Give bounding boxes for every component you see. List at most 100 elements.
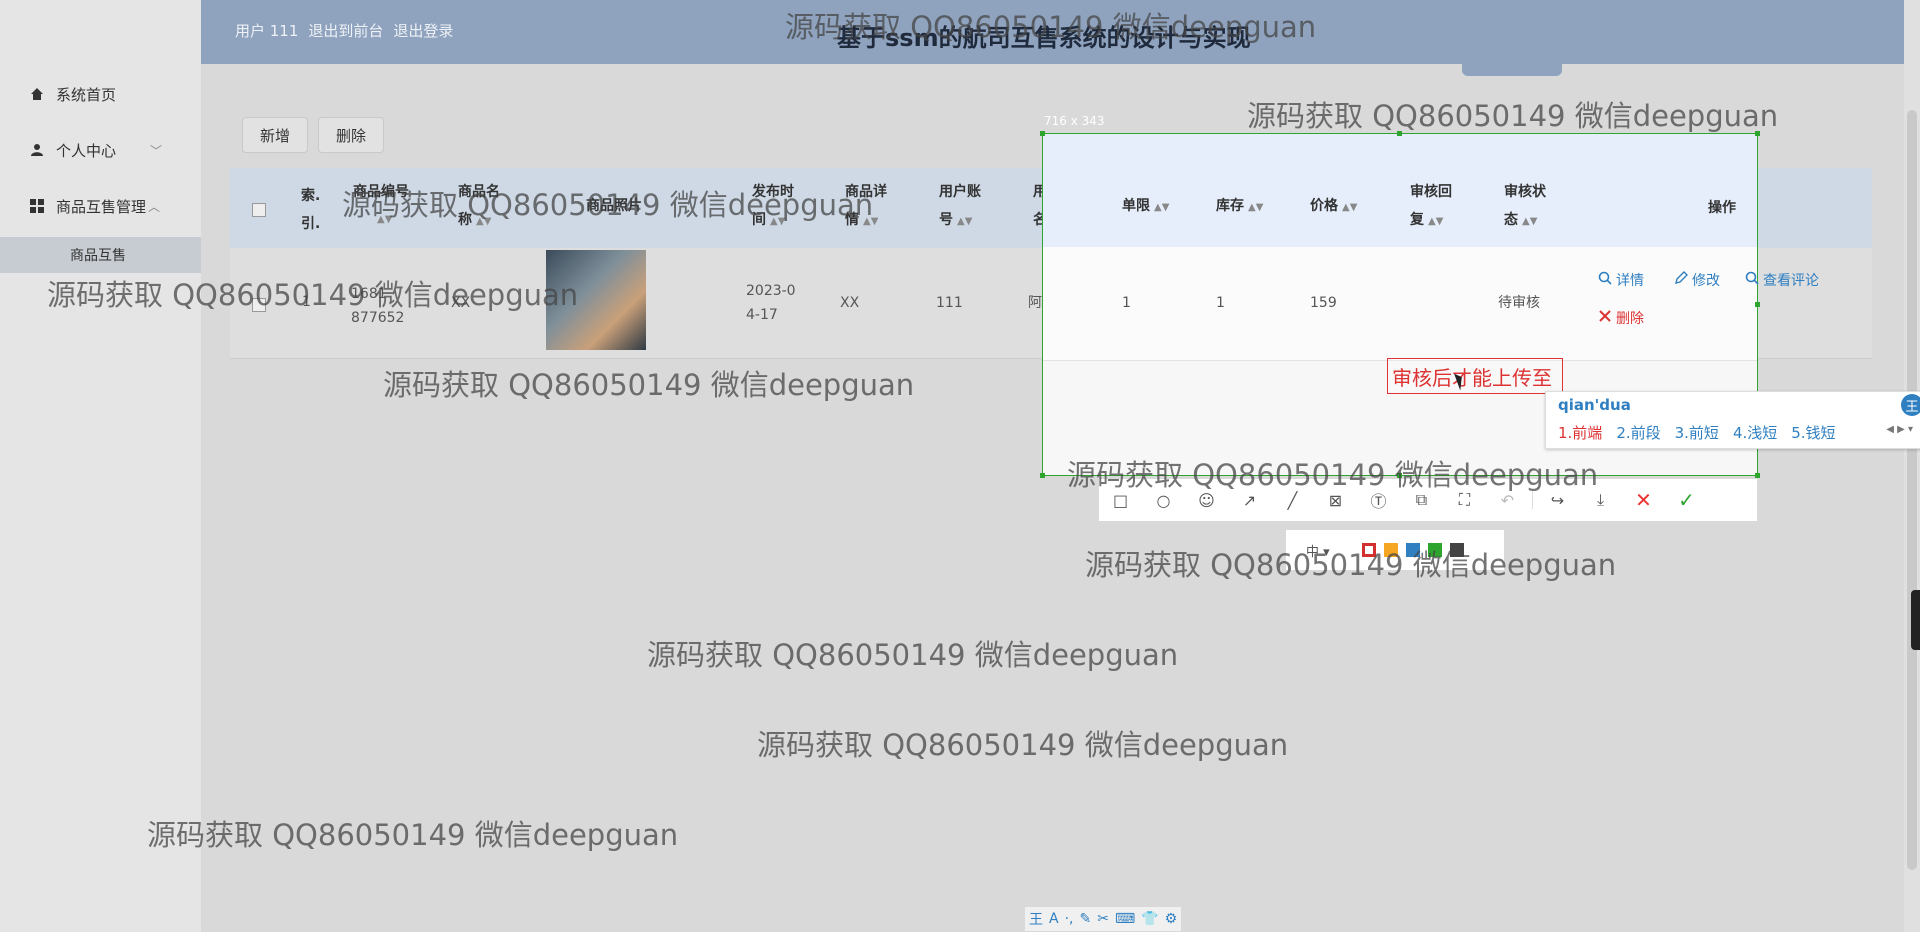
ime-candidate[interactable]: 3.前短 xyxy=(1675,422,1719,443)
back-to-front-link[interactable]: 退出到前台 xyxy=(308,20,383,41)
ime-candidate[interactable]: 2.前段 xyxy=(1616,422,1660,443)
header-tab-stub xyxy=(1462,58,1562,76)
capture-handle[interactable] xyxy=(1755,473,1760,478)
th-time[interactable]: 发布时间 ▲▼ xyxy=(752,178,794,236)
ime-candidates: 1.前端 2.前段 3.前短 4.浅短 5.钱短 xyxy=(1558,422,1836,443)
delete-button[interactable]: 删除 xyxy=(318,117,384,153)
user-label: 用户 111 xyxy=(235,22,299,40)
color-swatch-blue[interactable] xyxy=(1405,543,1420,557)
product-photo xyxy=(546,250,646,350)
ime-scissors-icon[interactable]: ✂ xyxy=(1097,911,1109,927)
logout-link[interactable]: 退出登录 xyxy=(393,20,453,41)
ime-candidate[interactable]: 1.前端 xyxy=(1558,422,1602,443)
chevron-down-icon: ﹀ xyxy=(150,143,163,158)
copy-tool-icon[interactable]: ⧉ xyxy=(1400,479,1443,521)
view-comments-link[interactable]: 查看评论 xyxy=(1745,270,1819,290)
font-size-select[interactable]: 中 ▾ xyxy=(1306,541,1330,560)
ime-pinyin: qian'dua xyxy=(1558,396,1631,414)
cell-time: 2023-0 4-17 xyxy=(746,283,796,323)
ime-status-bar: 王 A ·, ✎ ✂ ⌨ 👕 ⚙ xyxy=(1025,907,1182,931)
watermark: 源码获取 QQ86050149 微信deepguan xyxy=(1247,99,1779,133)
cancel-icon[interactable]: ✕ xyxy=(1622,479,1665,521)
confirm-icon[interactable]: ✓ xyxy=(1665,479,1708,521)
side-grip[interactable] xyxy=(1911,590,1920,650)
th-status[interactable]: 审核状态 ▲▼ xyxy=(1504,178,1546,236)
emoji-tool-icon[interactable]: ☺ xyxy=(1185,479,1228,521)
sidebar-item-label: 系统首页 xyxy=(56,85,117,104)
ime-logo-icon[interactable]: 王 xyxy=(1029,909,1043,929)
share-icon[interactable]: ↪ xyxy=(1536,479,1579,521)
page-scrollbar[interactable] xyxy=(1904,0,1920,932)
ime-punct-icon[interactable]: ·, xyxy=(1065,911,1074,927)
delete-link[interactable]: 删除 xyxy=(1598,308,1644,328)
sidebar-item-home[interactable]: 系统首页 xyxy=(30,83,116,105)
th-photo: 商品照片 xyxy=(586,198,642,214)
pencil-icon xyxy=(1674,271,1688,289)
undo-icon[interactable]: ↶ xyxy=(1486,479,1529,521)
color-swatch-orange[interactable] xyxy=(1383,543,1398,557)
cell-account: 111 xyxy=(936,295,963,311)
capture-size-label: 716 x 343 xyxy=(1044,114,1105,128)
sidebar-item-label: 个人中心 xyxy=(56,141,117,160)
capture-handle[interactable] xyxy=(1755,131,1760,136)
ime-mode-icon[interactable]: A xyxy=(1049,911,1059,927)
detail-link[interactable]: 详情 xyxy=(1598,270,1644,290)
capture-handle[interactable] xyxy=(1755,302,1760,307)
capture-handle[interactable] xyxy=(1040,131,1045,136)
th-price[interactable]: 价格 ▲▼ xyxy=(1310,192,1357,222)
cell-price: 159 xyxy=(1310,295,1337,311)
edit-link[interactable]: 修改 xyxy=(1674,270,1720,290)
ocr-tool-icon[interactable]: ⛶ xyxy=(1443,479,1486,521)
color-swatch-dark[interactable] xyxy=(1449,543,1464,557)
watermark: 源码获取 QQ86050149 微信deepguan xyxy=(383,368,915,402)
search-icon xyxy=(1745,271,1759,289)
ellipse-tool-icon[interactable]: ○ xyxy=(1142,479,1185,521)
cell-code: 1681 877652 xyxy=(351,286,405,326)
close-icon xyxy=(1598,309,1612,327)
ime-candidate-window[interactable]: qian'dua 1.前端 2.前段 3.前短 4.浅短 5.钱短 ◀ ▶ ▾ … xyxy=(1545,391,1920,449)
ime-page-nav-icon[interactable]: ◀ ▶ ▾ xyxy=(1886,424,1913,435)
th-limit[interactable]: 单限 ▲▼ xyxy=(1122,192,1169,222)
scrollbar-thumb[interactable] xyxy=(1907,110,1917,870)
color-swatch-red[interactable] xyxy=(1361,543,1376,557)
rectangle-tool-icon[interactable]: □ xyxy=(1099,479,1142,521)
th-ops: 操作 xyxy=(1708,200,1736,216)
capture-handle[interactable] xyxy=(1397,131,1402,136)
line-tool-icon[interactable]: ╱ xyxy=(1271,479,1314,521)
sidebar-item-profile[interactable]: 个人中心 ﹀ xyxy=(30,139,162,161)
select-all-checkbox[interactable] xyxy=(252,203,266,217)
arrow-tool-icon[interactable]: ↗ xyxy=(1228,479,1271,521)
sidebar-subitem-goods-sale[interactable]: 商品互售 xyxy=(0,237,201,273)
home-icon xyxy=(30,87,44,101)
ime-keyboard-icon[interactable]: ⌨ xyxy=(1115,911,1135,927)
sidebar-item-goods[interactable]: 商品互售管理 ︿ xyxy=(30,195,160,217)
mosaic-tool-icon[interactable]: ⊠ xyxy=(1314,479,1357,521)
capture-handle[interactable] xyxy=(1040,473,1045,478)
th-detail[interactable]: 商品详情 ▲▼ xyxy=(845,178,887,236)
capture-table-header xyxy=(1043,134,1757,247)
ime-handwrite-icon[interactable]: ✎ xyxy=(1079,911,1091,927)
capture-handle[interactable] xyxy=(1397,473,1402,478)
th-reply[interactable]: 审核回复 ▲▼ xyxy=(1410,178,1452,236)
th-name[interactable]: 商品名称 ▲▼ xyxy=(458,178,500,236)
ime-candidate[interactable]: 5.钱短 xyxy=(1791,422,1835,443)
th-stock[interactable]: 库存 ▲▼ xyxy=(1216,192,1263,222)
ime-settings-icon[interactable]: ⚙ xyxy=(1165,911,1178,927)
download-icon[interactable]: ⤓ xyxy=(1579,479,1622,521)
cell-limit: 1 xyxy=(1122,295,1131,311)
grid-icon xyxy=(30,199,44,213)
cell-index: 1 xyxy=(302,294,311,310)
watermark: 源码获取 QQ86050149 微信deepguan xyxy=(647,638,1179,672)
ime-skin-icon[interactable]: 👕 xyxy=(1141,911,1158,927)
add-button[interactable]: 新增 xyxy=(242,117,308,153)
th-index[interactable]: 索. 引. xyxy=(301,182,320,238)
th-code[interactable]: 商品编号 ▲▼ xyxy=(353,178,409,234)
text-tool-icon[interactable]: Ⓣ xyxy=(1357,479,1400,521)
th-account[interactable]: 用户账号 ▲▼ xyxy=(939,178,981,236)
top-header: 用户 111 退出到前台 退出登录 基于ssm的航司互售系统的设计与实现 xyxy=(201,0,1904,76)
text-annotation-box[interactable]: 审核后才能上传至 xyxy=(1387,358,1563,394)
row-checkbox[interactable] xyxy=(252,298,266,312)
color-swatch-green[interactable] xyxy=(1427,543,1442,557)
cell-stock: 1 xyxy=(1216,295,1225,311)
ime-candidate[interactable]: 4.浅短 xyxy=(1733,422,1777,443)
